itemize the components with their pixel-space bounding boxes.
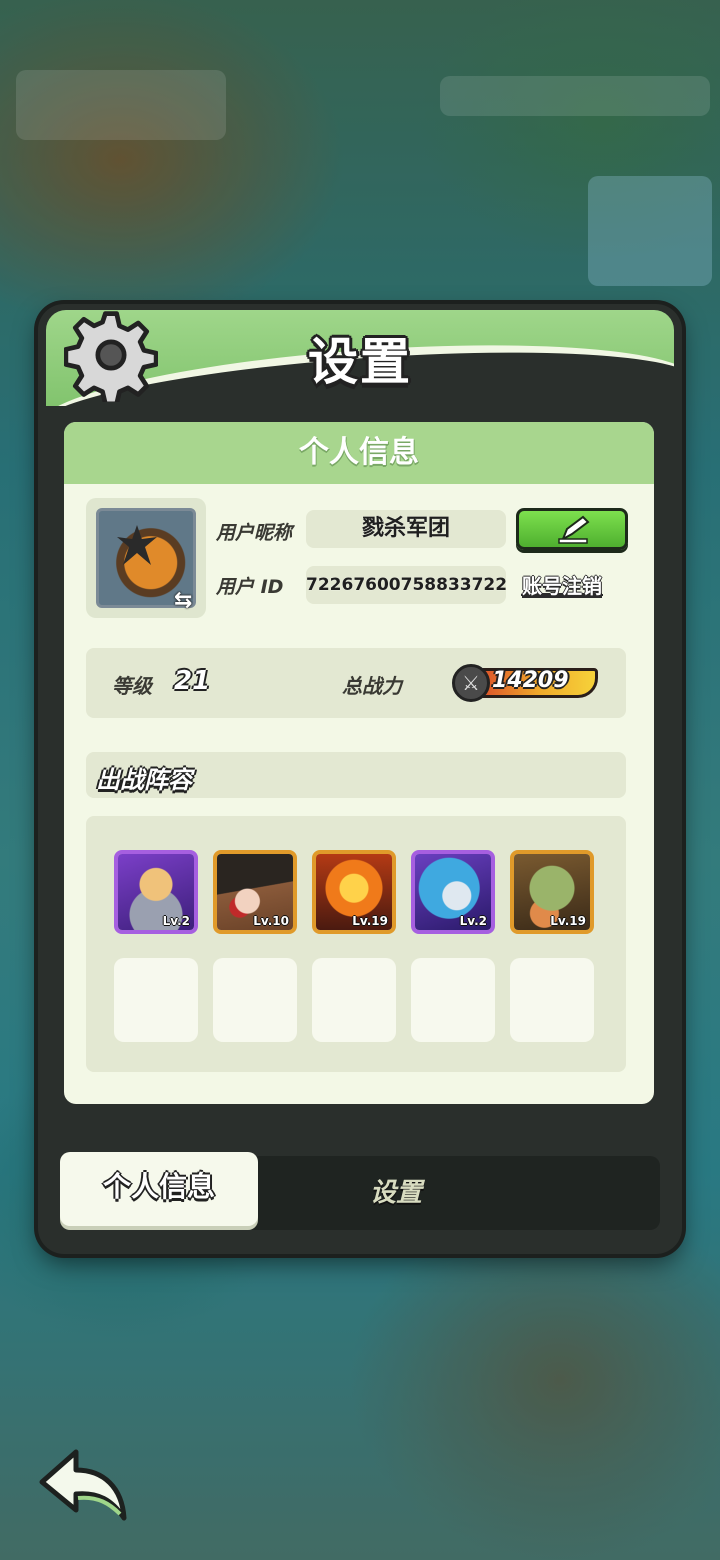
background-minimap-blur [588, 176, 712, 286]
lineup-box: Lv.2 Lv.10 Lv.19 Lv.2 Lv.19 [86, 816, 626, 1072]
empty-slot[interactable] [312, 958, 396, 1042]
panel-header: 设置 [46, 310, 674, 406]
background-hud-blur [440, 76, 710, 116]
swap-avatar-icon[interactable]: ⇆ [174, 590, 200, 612]
profile-section-title: 个人信息 [64, 422, 654, 484]
hero-level: Lv.2 [459, 914, 487, 928]
level-label: 等级 [112, 674, 152, 698]
level-value: 21 [174, 666, 211, 696]
stats-row: 等级 21 总战力 ⚔ 14209 [86, 648, 626, 718]
tab-profile[interactable]: 个人信息 [60, 1152, 258, 1226]
hero-level: Lv.2 [162, 914, 190, 928]
empty-slot[interactable] [213, 958, 297, 1042]
empty-slot[interactable] [411, 958, 495, 1042]
tab-settings[interactable]: 设置 [316, 1156, 476, 1230]
hero-slot-5[interactable]: Lv.19 [510, 850, 594, 934]
power-label: 总战力 [342, 674, 402, 698]
hero-level: Lv.19 [352, 914, 388, 928]
background-hud-blur [16, 70, 226, 140]
crossed-swords-icon: ⚔ [452, 664, 490, 702]
hero-slot-4[interactable]: Lv.2 [411, 850, 495, 934]
lineup-header: 出战阵容 [86, 752, 626, 798]
profile-card: 个人信息 ⇆ 用户昵称 戮杀军团 用户 ID 72267600758833722… [64, 422, 654, 1104]
empty-slot[interactable] [510, 958, 594, 1042]
nickname-field: 戮杀军团 [306, 510, 506, 548]
edit-nickname-button[interactable] [516, 508, 628, 550]
hero-slot-3[interactable]: Lv.19 [312, 850, 396, 934]
user-id-label: 用户 ID [216, 576, 284, 598]
settings-panel: 设置 个人信息 ⇆ 用户昵称 戮杀军团 用户 ID 72267600758833… [38, 304, 682, 1254]
power-value: 14209 [492, 668, 569, 693]
pencil-icon [558, 515, 590, 544]
user-id-field: 72267600758833722 [306, 566, 507, 604]
deregister-account-link[interactable]: 账号注销 [522, 570, 602, 599]
power-badge: ⚔ 14209 [452, 664, 604, 702]
avatar-frame[interactable]: ⇆ [86, 498, 206, 618]
hero-slot-2[interactable]: Lv.10 [213, 850, 297, 934]
tab-bar: 个人信息 设置 [60, 1152, 660, 1230]
lineup-title: 出战阵容 [96, 766, 192, 794]
hero-level: Lv.19 [550, 914, 586, 928]
panel-title: 设置 [308, 333, 412, 391]
empty-slot[interactable] [114, 958, 198, 1042]
nickname-label: 用户昵称 [216, 522, 293, 544]
back-arrow-icon[interactable] [38, 1448, 130, 1522]
hero-slot-1[interactable]: Lv.2 [114, 850, 198, 934]
hero-level: Lv.10 [253, 914, 289, 928]
